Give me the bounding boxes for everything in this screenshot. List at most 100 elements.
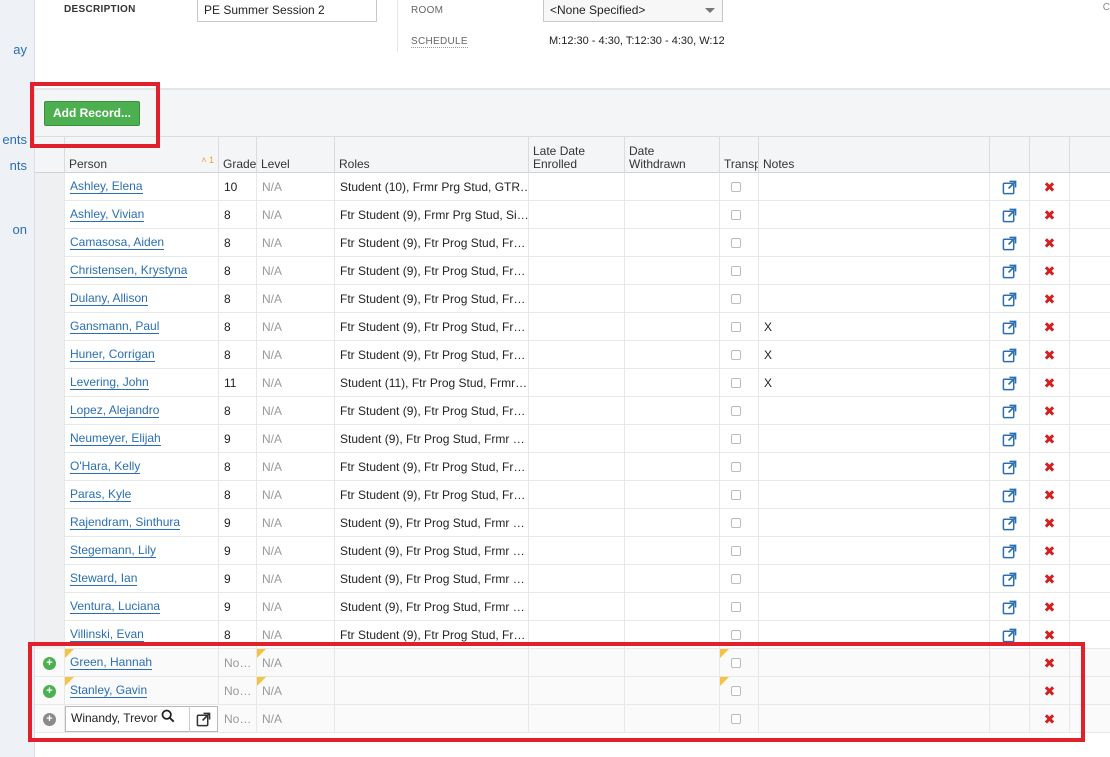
header-notes[interactable]: Notes <box>759 137 990 173</box>
cell-late-date-enrolled[interactable] <box>529 593 625 621</box>
cell-date-withdrawn[interactable] <box>625 537 720 565</box>
edit-table-row[interactable]: + Winandy, Trevor No… N/A ✖ <box>35 705 1110 733</box>
open-record-button[interactable] <box>990 509 1030 537</box>
cell-date-withdrawn[interactable] <box>625 397 720 425</box>
transportation-checkbox[interactable] <box>730 434 741 444</box>
cell-date-withdrawn[interactable] <box>625 369 720 397</box>
header-late-date-enrolled[interactable]: Late Date Enrolled <box>529 137 625 173</box>
cell-notes[interactable] <box>759 649 990 677</box>
open-record-button[interactable] <box>990 201 1030 229</box>
table-row[interactable]: Rajendram, Sinthura 9 N/A Student (9), Ftr … <box>35 509 1110 537</box>
table-row[interactable]: Neumeyer, Elijah 9 N/A Student (9), Ftr Pro… <box>35 425 1110 453</box>
open-record-button[interactable] <box>990 537 1030 565</box>
person-link[interactable]: Stegemann, Lily <box>70 544 157 558</box>
row-selector[interactable] <box>35 565 65 593</box>
table-row[interactable]: O'Hara, Kelly 8 N/A Ftr Student (9), Ftr Pr… <box>35 453 1110 481</box>
row-selector[interactable] <box>35 369 65 397</box>
cell-notes[interactable] <box>759 509 990 537</box>
row-selector[interactable] <box>35 481 65 509</box>
person-link[interactable]: Dulany, Allison <box>70 292 148 306</box>
delete-row-button[interactable]: ✖ <box>1030 369 1070 397</box>
person-link[interactable]: Ashley, Vivian <box>70 208 145 222</box>
transportation-checkbox[interactable] <box>730 574 741 584</box>
cell-date-withdrawn[interactable] <box>625 453 720 481</box>
open-record-button[interactable] <box>990 425 1030 453</box>
cell-notes[interactable] <box>759 173 990 201</box>
cell-notes[interactable] <box>759 453 990 481</box>
description-input[interactable]: PE Summer Session 2 <box>197 0 377 22</box>
cell-notes[interactable] <box>759 201 990 229</box>
table-row[interactable]: Paras, Kyle 8 N/A Ftr Student (9), Ftr Prog… <box>35 481 1110 509</box>
table-row[interactable]: Ventura, Luciana 9 N/A Student (9), Ftr Pro… <box>35 593 1110 621</box>
delete-row-button[interactable]: ✖ <box>1030 425 1070 453</box>
transportation-checkbox[interactable] <box>730 714 741 724</box>
open-record-button[interactable] <box>990 369 1030 397</box>
cell-date-withdrawn[interactable] <box>625 341 720 369</box>
table-row[interactable]: Christensen, Krystyna 8 N/A Ftr Student (9)… <box>35 257 1110 285</box>
new-table-row[interactable]: + Stanley, Gavin No… N/A ✖ <box>35 677 1110 705</box>
cell-notes[interactable] <box>759 705 990 733</box>
open-record-button[interactable] <box>990 397 1030 425</box>
person-link[interactable]: Neumeyer, Elijah <box>70 432 161 446</box>
table-row[interactable]: Dulany, Allison 8 N/A Ftr Student (9), Ftr … <box>35 285 1110 313</box>
table-row[interactable]: Levering, John 11 N/A Student (11), Ftr Pro… <box>35 369 1110 397</box>
transportation-checkbox[interactable] <box>730 210 741 220</box>
delete-row-button[interactable]: ✖ <box>1030 565 1070 593</box>
cell-notes[interactable] <box>759 229 990 257</box>
open-record-button[interactable] <box>990 257 1030 285</box>
cell-date-withdrawn[interactable] <box>625 425 720 453</box>
person-link[interactable]: Steward, Ian <box>70 572 138 586</box>
cell-late-date-enrolled[interactable] <box>529 537 625 565</box>
header-roles[interactable]: Roles <box>335 137 529 173</box>
cell-late-date-enrolled[interactable] <box>529 621 625 649</box>
row-selector[interactable] <box>35 285 65 313</box>
cell-date-withdrawn[interactable] <box>625 705 720 733</box>
cell-date-withdrawn[interactable] <box>625 285 720 313</box>
person-link[interactable]: Levering, John <box>70 376 149 390</box>
header-person[interactable]: Person ˄ 1 <box>65 137 219 173</box>
add-record-button[interactable]: Add Record... <box>44 101 140 126</box>
delete-row-button[interactable]: ✖ <box>1030 509 1070 537</box>
cell-late-date-enrolled[interactable] <box>529 565 625 593</box>
nav-item-fragment[interactable]: ay <box>0 42 34 57</box>
cell-date-withdrawn[interactable] <box>625 509 720 537</box>
table-row[interactable]: Ashley, Vivian 8 N/A Ftr Student (9), Frmr … <box>35 201 1110 229</box>
delete-row-button[interactable]: ✖ <box>1030 201 1070 229</box>
cell-late-date-enrolled[interactable] <box>529 285 625 313</box>
row-selector[interactable] <box>35 509 65 537</box>
row-selector[interactable] <box>35 173 65 201</box>
cell-notes[interactable] <box>759 621 990 649</box>
header-level[interactable]: Level <box>257 137 335 173</box>
table-row[interactable]: Huner, Corrigan 8 N/A Ftr Student (9), Ftr … <box>35 341 1110 369</box>
cell-late-date-enrolled[interactable] <box>529 397 625 425</box>
cell-notes[interactable] <box>759 425 990 453</box>
row-selector[interactable] <box>35 537 65 565</box>
person-link[interactable]: Camasosa, Aiden <box>70 236 165 250</box>
row-selector[interactable] <box>35 453 65 481</box>
cell-notes[interactable] <box>759 481 990 509</box>
cell-late-date-enrolled[interactable] <box>529 425 625 453</box>
cell-late-date-enrolled[interactable] <box>529 705 625 733</box>
person-link[interactable]: Stanley, Gavin <box>70 684 148 698</box>
cell-late-date-enrolled[interactable] <box>529 369 625 397</box>
cell-date-withdrawn[interactable] <box>625 649 720 677</box>
person-link[interactable]: Huner, Corrigan <box>70 348 155 362</box>
person-link[interactable]: Ventura, Luciana <box>70 600 161 614</box>
person-link[interactable]: Ashley, Elena <box>70 180 143 194</box>
delete-row-button[interactable]: ✖ <box>1030 649 1070 677</box>
delete-row-button[interactable]: ✖ <box>1030 257 1070 285</box>
cell-date-withdrawn[interactable] <box>625 313 720 341</box>
cell-notes[interactable] <box>759 397 990 425</box>
cell-late-date-enrolled[interactable] <box>529 229 625 257</box>
delete-row-button[interactable]: ✖ <box>1030 313 1070 341</box>
delete-row-button[interactable]: ✖ <box>1030 593 1070 621</box>
new-table-row[interactable]: + Green, Hannah No… N/A ✖ <box>35 649 1110 677</box>
cell-late-date-enrolled[interactable] <box>529 201 625 229</box>
open-record-button[interactable] <box>990 481 1030 509</box>
transportation-checkbox[interactable] <box>730 490 741 500</box>
transportation-checkbox[interactable] <box>730 350 741 360</box>
header-date-withdrawn[interactable]: Date Withdrawn <box>625 137 720 173</box>
cell-late-date-enrolled[interactable] <box>529 677 625 705</box>
row-selector[interactable] <box>35 229 65 257</box>
cell-late-date-enrolled[interactable] <box>529 481 625 509</box>
